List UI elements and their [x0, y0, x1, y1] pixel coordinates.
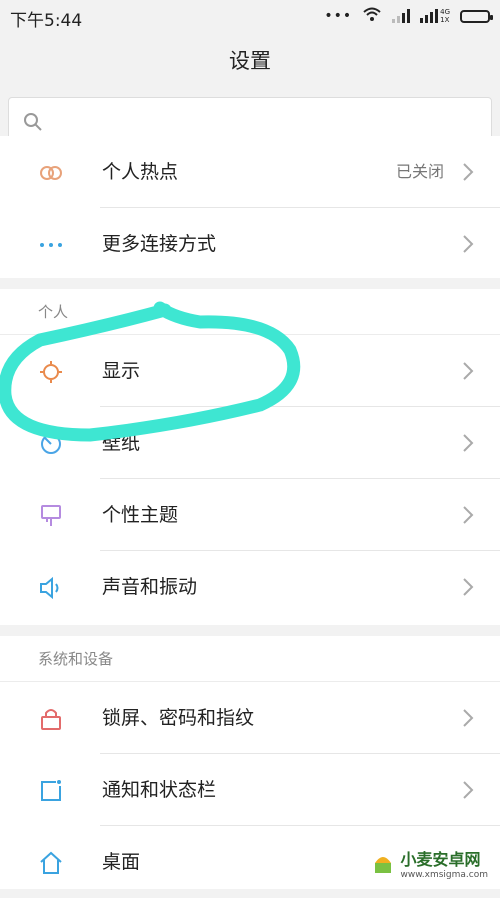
network-1x-label: 1X — [440, 16, 450, 24]
wallpaper-icon — [41, 434, 61, 454]
chevron-right-icon — [463, 781, 474, 799]
signal-icon — [392, 9, 411, 23]
chevron-right-icon — [463, 434, 474, 452]
settings-item-label: 个人热点 — [102, 161, 179, 183]
personal-group: 个人 显示 壁纸 个性主题 声音和振动 — [0, 289, 500, 625]
wifi-icon — [362, 6, 382, 27]
settings-item-label: 锁屏、密码和指纹 — [102, 707, 255, 729]
settings-item-label: 壁纸 — [102, 432, 141, 454]
network-4g-label: 4G — [440, 8, 450, 16]
settings-item-hotspot[interactable]: 个人热点 已关闭 — [0, 136, 500, 208]
watermark-title: 小麦安卓网 — [400, 850, 481, 869]
watermark-logo: 小麦安卓网 www.xmsigma.com — [362, 843, 494, 883]
settings-item-display[interactable]: 显示 — [0, 335, 500, 407]
settings-item-more-connections[interactable]: 更多连接方式 — [0, 208, 500, 280]
status-time: 下午5:44 — [10, 11, 83, 31]
chevron-right-icon — [463, 362, 474, 380]
hotspot-icon — [40, 166, 62, 180]
settings-item-label: 桌面 — [102, 851, 141, 873]
settings-item-label: 更多连接方式 — [102, 233, 217, 255]
android-logo-icon — [374, 857, 391, 873]
settings-item-theme[interactable]: 个性主题 — [0, 479, 500, 551]
network-type-icon: 4G 1X — [420, 8, 450, 24]
settings-item-label: 显示 — [102, 360, 141, 382]
page-title: 设置 — [229, 49, 271, 73]
notification-icon — [41, 780, 61, 801]
settings-item-label: 通知和状态栏 — [102, 779, 217, 801]
display-brightness-icon — [40, 361, 62, 383]
theme-brush-icon — [41, 505, 61, 526]
settings-item-label: 声音和振动 — [102, 576, 198, 598]
section-title-system: 系统和设备 — [0, 636, 500, 682]
home-icon — [40, 851, 62, 874]
watermark-url: www.xmsigma.com — [400, 870, 488, 880]
chevron-right-icon — [463, 163, 474, 181]
more-connections-icon — [40, 243, 62, 247]
settings-item-lockscreen[interactable]: 锁屏、密码和指纹 — [0, 682, 500, 754]
chevron-right-icon — [463, 709, 474, 727]
battery-icon — [460, 9, 493, 23]
sound-speaker-icon — [40, 576, 59, 600]
status-bar: 下午5:44 ••• 4G 1X — [0, 0, 500, 32]
settings-item-notifications[interactable]: 通知和状态栏 — [0, 754, 500, 826]
section-title-personal: 个人 — [0, 289, 500, 335]
lock-icon — [41, 709, 61, 730]
settings-item-sound[interactable]: 声音和振动 — [0, 551, 500, 623]
hotspot-status: 已关闭 — [395, 162, 444, 181]
chevron-right-icon — [463, 578, 474, 596]
settings-item-label: 个性主题 — [102, 504, 179, 526]
chevron-right-icon — [463, 235, 474, 253]
chevron-right-icon — [463, 506, 474, 524]
network-group: 个人热点 已关闭 更多连接方式 — [0, 136, 500, 278]
search-icon — [24, 113, 42, 131]
status-icons: ••• 4G 1X — [324, 6, 493, 27]
settings-item-wallpaper[interactable]: 壁纸 — [0, 407, 500, 479]
more-dots-icon: ••• — [324, 8, 353, 24]
